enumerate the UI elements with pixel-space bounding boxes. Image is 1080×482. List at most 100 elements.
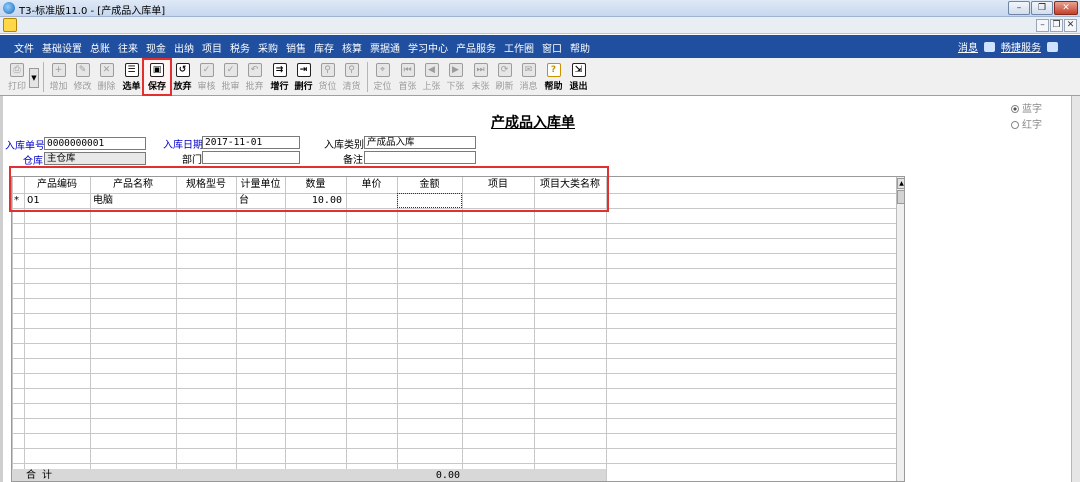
warehouse-label: 仓库	[23, 156, 43, 167]
menu-item[interactable]: 总账	[86, 40, 114, 55]
select-button[interactable]: ☰ 选单	[120, 60, 143, 94]
batch-approve-button[interactable]: ✓ 批审	[219, 60, 242, 94]
type-field[interactable]: 产成品入库	[364, 136, 476, 149]
column-header[interactable]: 金额	[397, 178, 462, 192]
menu-item[interactable]: 销售	[282, 40, 310, 55]
menu-item[interactable]: 帮助	[566, 40, 594, 55]
position-button[interactable]: ⌖ 定位	[371, 60, 394, 94]
menu-item[interactable]: 窗口	[538, 40, 566, 55]
menu-item[interactable]: 采购	[254, 40, 282, 55]
locate-item-button[interactable]: ⚲ 货位	[316, 60, 339, 94]
news-link[interactable]: 消息	[958, 39, 978, 54]
column-header[interactable]: 单价	[346, 178, 397, 192]
menu-item[interactable]: 核算	[338, 40, 366, 55]
column-header[interactable]: 计量单位	[236, 178, 285, 192]
date-label: 入库日期	[163, 140, 203, 151]
save-button[interactable]: ▣ 保存	[142, 58, 172, 96]
column-header[interactable]: 产品编码	[24, 178, 90, 192]
menu-item[interactable]: 工作圈	[500, 40, 538, 55]
printer-icon: ⎙	[10, 63, 24, 77]
doc-no-field[interactable]: 0000000001	[44, 137, 146, 150]
menu-items: 文件 基础设置 总账 往来 现金 出纳 项目 税务 采购 销售 库存 核算 票据通 学习中心 产品服务 工作圈…	[10, 40, 594, 55]
right-frame	[1071, 96, 1080, 482]
total-amount: 0.00	[435, 470, 460, 481]
grid-row-line	[12, 223, 896, 224]
grid-scrollbar[interactable]: ▲	[896, 177, 904, 481]
delete-button[interactable]: ✕ 删除	[95, 60, 118, 94]
menu-item[interactable]: 产品服务	[452, 40, 500, 55]
column-header[interactable]: 项目大类名称	[534, 178, 606, 192]
mdi-close-button[interactable]: ✕	[1064, 19, 1077, 32]
menu-item[interactable]: 项目	[198, 40, 226, 55]
scroll-thumb[interactable]	[897, 190, 904, 204]
menu-item[interactable]: 现金	[142, 40, 170, 55]
menu-bar: 文件 基础设置 总账 往来 现金 出纳 项目 税务 采购 销售 库存 核算 票据通 学习中心 产品服务 工作圈…	[0, 35, 1080, 58]
menu-item[interactable]: 出纳	[170, 40, 198, 55]
add-button[interactable]: + 增加	[47, 60, 70, 94]
approve-button[interactable]: ✓ 审核	[195, 60, 218, 94]
first-button[interactable]: ⏮ 首张	[396, 60, 419, 94]
batch-approve-icon: ✓	[223, 63, 238, 77]
restore-button[interactable]: ❐	[1031, 1, 1053, 15]
warehouse-field[interactable]: 主仓库	[44, 152, 146, 165]
grid-row-line	[12, 298, 896, 299]
remark-label: 备注	[343, 155, 363, 166]
grid-cell-unit[interactable]: 台	[239, 194, 249, 208]
edit-button[interactable]: ✎ 修改	[71, 60, 94, 94]
date-field[interactable]: 2017-11-01	[202, 136, 300, 149]
exit-label: 退出	[569, 82, 588, 92]
last-button[interactable]: ⏭ 末张	[469, 60, 492, 94]
help-button[interactable]: ? 帮助	[542, 60, 565, 94]
mdi-minimize-button[interactable]: –	[1036, 19, 1049, 32]
blue-radio[interactable]: 蓝字	[1011, 100, 1042, 115]
delete-row-label: 删行	[294, 82, 313, 92]
grid-cell-code[interactable]: 01	[27, 194, 40, 208]
close-button[interactable]: ✕	[1054, 1, 1078, 15]
minimize-button[interactable]: –	[1008, 1, 1030, 15]
message-icon: ✉	[521, 63, 536, 77]
message-button[interactable]: ✉ 消息	[517, 60, 540, 94]
abandon-button[interactable]: ↺ 放弃	[171, 60, 194, 94]
menu-item[interactable]: 学习中心	[404, 40, 452, 55]
grid-cell-name[interactable]: 电脑	[93, 194, 113, 208]
column-header[interactable]: 规格型号	[176, 178, 236, 192]
exit-button[interactable]: ⇲ 退出	[567, 60, 590, 94]
service-icon	[984, 41, 995, 52]
print-button[interactable]: ⎙ 打印	[2, 60, 32, 94]
menu-item[interactable]: 往来	[114, 40, 142, 55]
abandon-icon: ↺	[175, 63, 190, 77]
batch-abandon-icon: ↶	[247, 63, 262, 77]
menu-item[interactable]: 基础设置	[38, 40, 86, 55]
refresh-button[interactable]: ⟳ 刷新	[493, 60, 516, 94]
column-header[interactable]: 项目	[462, 178, 534, 192]
detail-grid[interactable]: 产品编码 产品名称 规格型号 计量单位 数量 单价 金额 项目 项目大类名称 * 01 电脑 台 10.…	[11, 176, 905, 482]
batch-approve-label: 批审	[221, 82, 240, 92]
column-header[interactable]: 数量	[285, 178, 346, 192]
batch-abandon-button[interactable]: ↶ 批弃	[243, 60, 266, 94]
dept-field[interactable]	[202, 151, 300, 164]
delete-row-button[interactable]: ⇥ 删行	[292, 60, 315, 94]
clear-item-icon: ⚲	[344, 63, 359, 77]
print-dropdown-button[interactable]: ▼	[29, 68, 39, 88]
first-label: 首张	[398, 82, 417, 92]
next-button[interactable]: ▶ 下张	[444, 60, 467, 94]
page-title: 产成品入库单	[491, 115, 575, 131]
clear-item-button[interactable]: ⚲ 清货	[340, 60, 363, 94]
grid-row-line	[12, 253, 896, 254]
scroll-up-icon[interactable]: ▲	[897, 178, 904, 189]
menu-item[interactable]: 文件	[10, 40, 38, 55]
first-icon: ⏮	[400, 63, 415, 77]
column-header[interactable]: 产品名称	[90, 178, 176, 192]
red-radio[interactable]: 红字	[1011, 116, 1042, 131]
mdi-restore-button[interactable]: ❐	[1050, 19, 1063, 32]
menu-item[interactable]: 库存	[310, 40, 338, 55]
add-row-button[interactable]: ⇉ 增行	[268, 60, 291, 94]
menu-item[interactable]: 票据通	[366, 40, 404, 55]
menu-item[interactable]: 税务	[226, 40, 254, 55]
service-link[interactable]: 畅捷服务	[1001, 39, 1041, 54]
remark-field[interactable]	[364, 151, 476, 164]
prev-button[interactable]: ◀ 上张	[420, 60, 443, 94]
message-label: 消息	[519, 82, 538, 92]
select-icon: ☰	[124, 63, 139, 77]
grid-cell-qty[interactable]: 10.00	[285, 194, 342, 208]
